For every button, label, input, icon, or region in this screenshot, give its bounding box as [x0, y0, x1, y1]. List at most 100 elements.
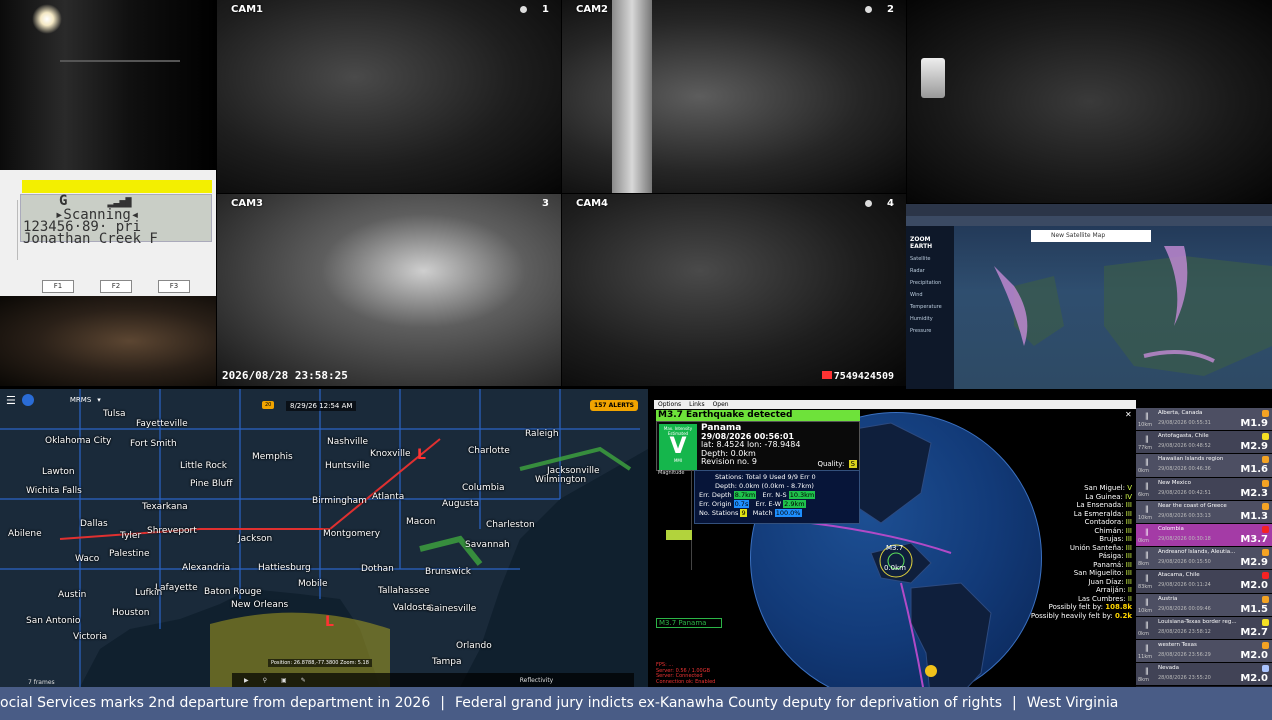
product-select[interactable]: MRMS: [40, 396, 91, 404]
weather-map-window: ZOOM EARTH Satellite Radar Precipitation…: [906, 204, 1272, 390]
pause-icon: ‖: [1145, 527, 1149, 536]
city-label: Austin: [58, 590, 87, 600]
menu-wind[interactable]: Wind: [910, 292, 950, 298]
menu-humidity[interactable]: Humidity: [910, 316, 950, 322]
city-label: Memphis: [252, 452, 293, 462]
pause-icon: ‖: [1145, 481, 1149, 490]
f1-button[interactable]: F1: [42, 280, 74, 293]
menu-precipitation[interactable]: Precipitation: [910, 280, 950, 286]
earthquake-list-item[interactable]: ‖ 8km Nevada 28/08/2026 23:55:20 M2.0: [1136, 663, 1272, 687]
frames-select[interactable]: 7 frames: [28, 679, 55, 686]
alerts-badge[interactable]: 157 ALERTS: [590, 400, 638, 411]
earthquake-list-item[interactable]: ‖ 0km Colombia 29/08/2026 00:30:18 M3.7: [1136, 523, 1272, 548]
earthquake-list-item[interactable]: ‖ 6km New Mexico 29/08/2026 00:42:51 M2.3: [1136, 477, 1272, 501]
chevron-down-icon[interactable]: ▾: [97, 396, 101, 404]
camera-4-feed[interactable]: CAM4 4 7549424509: [562, 194, 906, 386]
place-intensity: III: [1125, 526, 1132, 535]
earthquake-list-item[interactable]: ‖ 11km western Texas 28/08/2026 23:56:29 M2.…: [1136, 639, 1272, 664]
weather-ad[interactable]: New Satellite Map: [1031, 230, 1151, 242]
err-origin-value: 0.7s: [733, 500, 750, 508]
ticker-item-1: ocial Services marks 2nd departure from …: [0, 695, 431, 711]
light-fixture: [32, 4, 62, 34]
menu-icon[interactable]: ☰: [6, 394, 16, 407]
event-time: 28/08/2026 23:58:12: [1158, 628, 1211, 635]
scanner-lcd: G ▂▃▅▇ ▸Scanning◂ 123456·89· pri Jonathan…: [20, 194, 212, 246]
f2-button[interactable]: F2: [100, 280, 132, 293]
city-label: Tampa: [432, 657, 462, 667]
earthquake-list-item[interactable]: ‖ 0km Hawaiian Islands region 29/08/2026 00…: [1136, 454, 1272, 478]
place-intensity: III: [1125, 535, 1132, 543]
radar-map-panel[interactable]: ☰ MRMS ▾ 20 8/29/26 12:54 AM 157 ALERTS …: [0, 389, 648, 687]
city-label: Jacksonville: [547, 466, 600, 476]
event-distance: 83km: [1138, 584, 1153, 591]
menu-open[interactable]: Open: [713, 401, 729, 408]
menu-satellite[interactable]: Satellite: [910, 256, 950, 262]
menu-links[interactable]: Links: [689, 401, 704, 408]
pause-icon: ‖: [1145, 597, 1149, 606]
recording-icon: [520, 6, 527, 13]
city-label: Macon: [406, 517, 436, 527]
city-label: Little Rock: [180, 461, 227, 471]
menu-pressure[interactable]: Pressure: [910, 328, 950, 334]
event-distance: 0km: [1138, 468, 1149, 475]
place-intensity: V: [1127, 484, 1132, 492]
city-label: Knoxville: [370, 449, 411, 459]
event-time: 29/08/2026 00:55:31: [1158, 420, 1211, 426]
power-icon[interactable]: [21, 394, 34, 406]
felt-by: Possibly felt by: 108.8k: [1031, 603, 1132, 612]
pause-icon: ‖: [1145, 435, 1149, 444]
city-label: Savannah: [465, 540, 510, 550]
place-intensity: III: [1125, 577, 1132, 586]
quake-stats: Stations: Total 9 Used 9/9 Err 0 Depth: …: [694, 470, 860, 524]
f3-button[interactable]: F3: [158, 280, 190, 293]
draw-icon[interactable]: ✎: [301, 677, 306, 684]
city-label: Charleston: [486, 520, 535, 530]
quake-marker-mag: M3.7: [886, 544, 904, 552]
city-label: Shreveport: [147, 526, 197, 536]
city-label: Victoria: [73, 632, 108, 642]
camera-4-label: CAM4: [576, 198, 608, 209]
menu-options[interactable]: Options: [658, 401, 681, 408]
scanner-side-panel: [0, 200, 18, 260]
earthquake-list-item[interactable]: ‖ 0km Louisiana-Texas border reg... 28/08/2…: [1136, 616, 1272, 640]
city-label: Lawton: [42, 467, 75, 477]
recording-icon: [865, 6, 872, 13]
play-icon[interactable]: ▶: [244, 677, 249, 684]
quake-app-topbar: [654, 389, 1272, 400]
camera-1-feed[interactable]: CAM1 1: [217, 0, 561, 193]
depth-range: Depth: 0.0km (0.0km - 8.7km): [715, 482, 814, 490]
earthquake-list-item[interactable]: ‖ 8km Andreanof Islands, Aleutia... 29/08/2…: [1136, 547, 1272, 571]
browser-url-bar[interactable]: [906, 216, 1272, 226]
event-time: 28/08/2026 23:55:20: [1158, 675, 1211, 682]
event-magnitude: M2.0: [1240, 649, 1268, 661]
weather-map[interactable]: [954, 226, 1272, 390]
event-time: 28/08/2026 23:56:29: [1158, 651, 1211, 658]
event-magnitude: M2.9: [1240, 441, 1268, 453]
pause-icon: ‖: [1145, 667, 1149, 676]
pause-icon: ‖: [1145, 643, 1149, 652]
menu-radar[interactable]: Radar: [910, 268, 950, 274]
earthquake-list-item[interactable]: ‖ 77km Antofagasta, Chile 29/08/2026 00:48:…: [1136, 431, 1272, 455]
city-label: Tyler: [120, 531, 142, 541]
earthquake-list-item[interactable]: ‖ 10km Near the coast of Greece 29/08/2026 …: [1136, 500, 1272, 524]
menu-temperature[interactable]: Temperature: [910, 304, 950, 310]
pause-icon: ‖: [1145, 412, 1149, 420]
intensity-box: Max. Intensity Estimated V MMI: [659, 424, 697, 470]
intensity-place: San Miguel: V: [1031, 484, 1132, 493]
place-name: Arraiján:: [1095, 586, 1128, 594]
event-time: 29/08/2026 00:09:46: [1158, 605, 1211, 612]
earthquake-list-item[interactable]: ‖ 10km Alberta, Canada 29/08/2026 00:55:31 M…: [1136, 408, 1272, 432]
ticker-separator: |: [440, 695, 445, 711]
layers-icon[interactable]: ▣: [281, 677, 287, 684]
place-name: Contadora:: [1084, 518, 1126, 526]
camera-3-feed[interactable]: CAM3 3 2026/08/28 23:58:25: [217, 194, 561, 386]
pin-icon[interactable]: ⚲: [263, 677, 267, 684]
earthquake-list-item[interactable]: ‖ 10km Austria 29/08/2026 00:09:46 M1.5: [1136, 593, 1272, 617]
event-place: Colombia: [1158, 525, 1184, 532]
close-icon[interactable]: ✕: [1125, 410, 1134, 419]
quake-tag[interactable]: M3.7 Panama: [656, 618, 722, 628]
scanner-status-bar: [22, 180, 212, 193]
camera-2-feed[interactable]: CAM2 2: [562, 0, 906, 193]
layer-select[interactable]: Reflectivity: [520, 677, 554, 684]
earthquake-list-item[interactable]: ‖ 83km Atacama, Chile 29/08/2026 00:11:24 M2…: [1136, 570, 1272, 594]
